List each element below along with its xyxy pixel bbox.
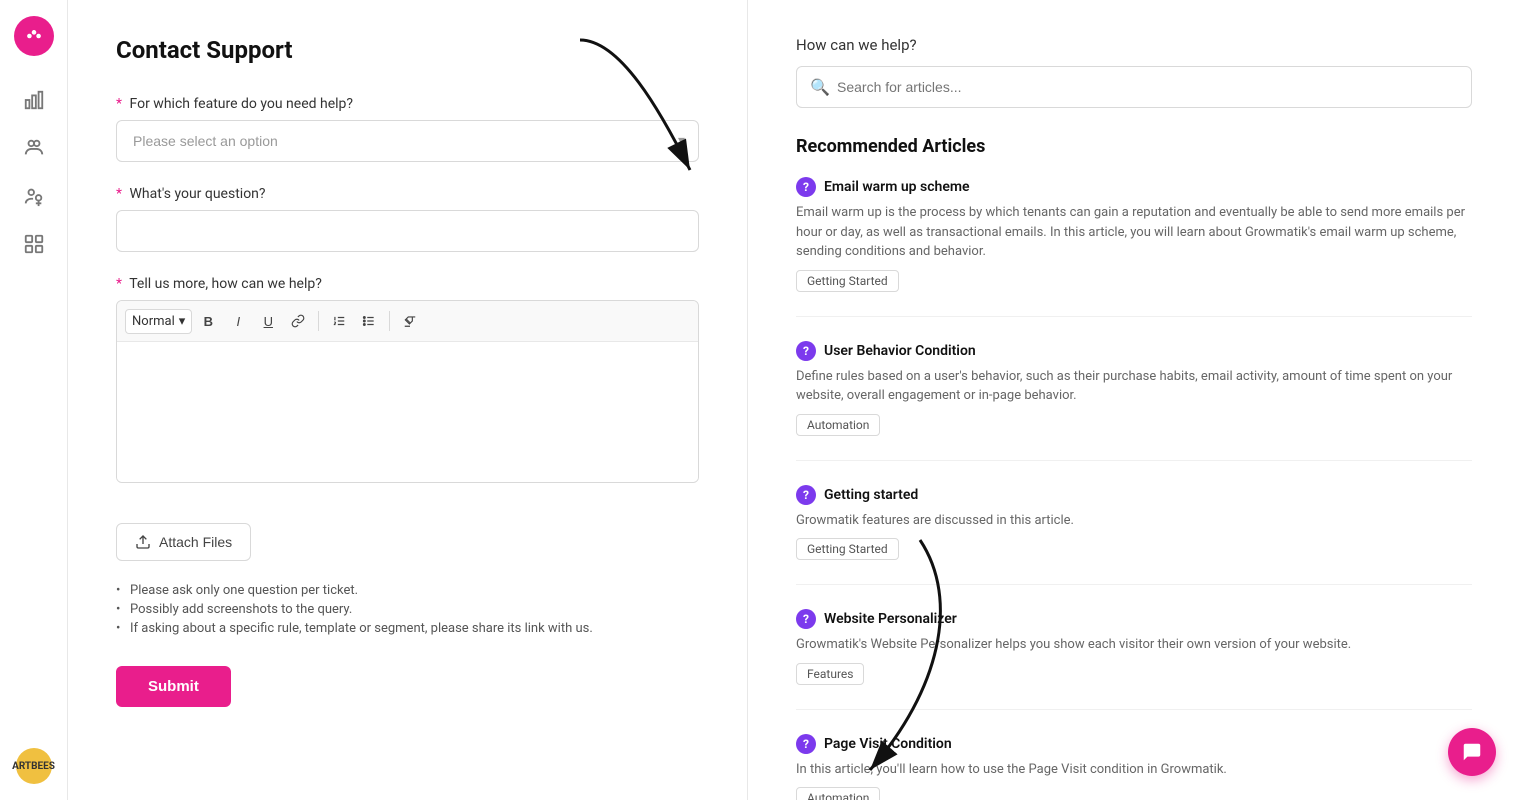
article-tag[interactable]: Getting Started [796,270,899,292]
feature-select[interactable]: Please select an option [116,120,699,162]
sidebar: ARTBEES [0,0,68,800]
help-panel: How can we help? 🔍 Recommended Articles … [748,0,1520,800]
italic-button[interactable]: I [224,307,252,335]
article-title-row: ? Getting started [796,485,1472,505]
feature-select-wrapper: Please select an option ▾ [116,120,699,162]
details-label: * Tell us more, how can we help? [116,276,699,292]
app-logo[interactable] [14,16,54,56]
link-button[interactable] [284,307,312,335]
tip-3: If asking about a specific rule, templat… [116,619,699,638]
required-star: * [116,96,122,112]
question-group: * What's your question? [116,186,699,252]
sidebar-bottom: ARTBEES [16,748,52,784]
article-title-row: ? User Behavior Condition [796,341,1472,361]
article-tag[interactable]: Automation [796,787,880,800]
tip-2: Possibly add screenshots to the query. [116,600,699,619]
clear-format-button[interactable] [396,307,424,335]
upload-icon [135,534,151,550]
article-icon: ? [796,734,816,754]
products-icon[interactable] [14,224,54,264]
format-chevron-icon: ▾ [179,314,186,329]
article-title: Website Personalizer [824,611,957,627]
article-item: ? User Behavior Condition Define rules b… [796,341,1472,461]
articles-list: ? Email warm up scheme Email warm up is … [796,177,1472,800]
contacts-icon[interactable] [14,176,54,216]
feature-label: * For which feature do you need help? [116,96,699,112]
article-item: ? Getting started Growmatik features are… [796,485,1472,586]
rich-text-editor: Normal ▾ B I U [116,300,699,483]
editor-toolbar: Normal ▾ B I U [117,301,698,342]
details-group: * Tell us more, how can we help? Normal … [116,276,699,483]
article-desc: Define rules based on a user's behavior,… [796,367,1472,406]
article-desc: Growmatik's Website Personalizer helps y… [796,635,1472,655]
page-title: Contact Support [116,36,699,64]
article-icon: ? [796,485,816,505]
ordered-list-button[interactable] [325,307,353,335]
article-icon: ? [796,177,816,197]
unordered-list-button[interactable] [355,307,383,335]
question-label: * What's your question? [116,186,699,202]
article-icon: ? [796,341,816,361]
tips-list: Please ask only one question per ticket.… [116,581,699,638]
article-item: ? Page Visit Condition In this article, … [796,734,1472,800]
required-star-2: * [116,186,122,202]
article-desc: In this article, you'll learn how to use… [796,760,1472,780]
article-item: ? Website Personalizer Growmatik's Websi… [796,609,1472,710]
search-icon: 🔍 [810,78,830,97]
article-title-row: ? Email warm up scheme [796,177,1472,197]
bold-button[interactable]: B [194,307,222,335]
search-wrapper: 🔍 [796,66,1472,108]
tip-1: Please ask only one question per ticket. [116,581,699,600]
article-title-row: ? Page Visit Condition [796,734,1472,754]
article-title: Getting started [824,487,918,503]
analytics-icon[interactable] [14,80,54,120]
format-select[interactable]: Normal ▾ [125,309,192,334]
toolbar-divider-2 [389,311,390,331]
article-icon: ? [796,609,816,629]
help-section-title: How can we help? [796,36,1472,54]
attach-files-button[interactable]: Attach Files [116,523,251,561]
segments-icon[interactable] [14,128,54,168]
search-input[interactable] [796,66,1472,108]
underline-button[interactable]: U [254,307,282,335]
article-desc: Growmatik features are discussed in this… [796,511,1472,531]
article-title-row: ? Website Personalizer [796,609,1472,629]
article-title: Email warm up scheme [824,179,970,195]
article-tag[interactable]: Automation [796,414,880,436]
submit-button[interactable]: Submit [116,666,231,707]
question-input[interactable] [116,210,699,252]
user-avatar[interactable]: ARTBEES [16,748,52,784]
recommended-articles-title: Recommended Articles [796,136,1472,157]
chat-bubble-button[interactable] [1448,728,1496,776]
article-tag[interactable]: Getting Started [796,538,899,560]
toolbar-divider [318,311,319,331]
article-desc: Email warm up is the process by which te… [796,203,1472,262]
required-star-3: * [116,276,122,292]
main-content: Contact Support * For which feature do y… [68,0,1520,800]
feature-group: * For which feature do you need help? Pl… [116,96,699,162]
editor-content-area[interactable] [117,342,698,482]
article-title: User Behavior Condition [824,343,976,359]
article-item: ? Email warm up scheme Email warm up is … [796,177,1472,317]
article-title: Page Visit Condition [824,736,952,752]
contact-form-panel: Contact Support * For which feature do y… [68,0,748,800]
article-tag[interactable]: Features [796,663,864,685]
